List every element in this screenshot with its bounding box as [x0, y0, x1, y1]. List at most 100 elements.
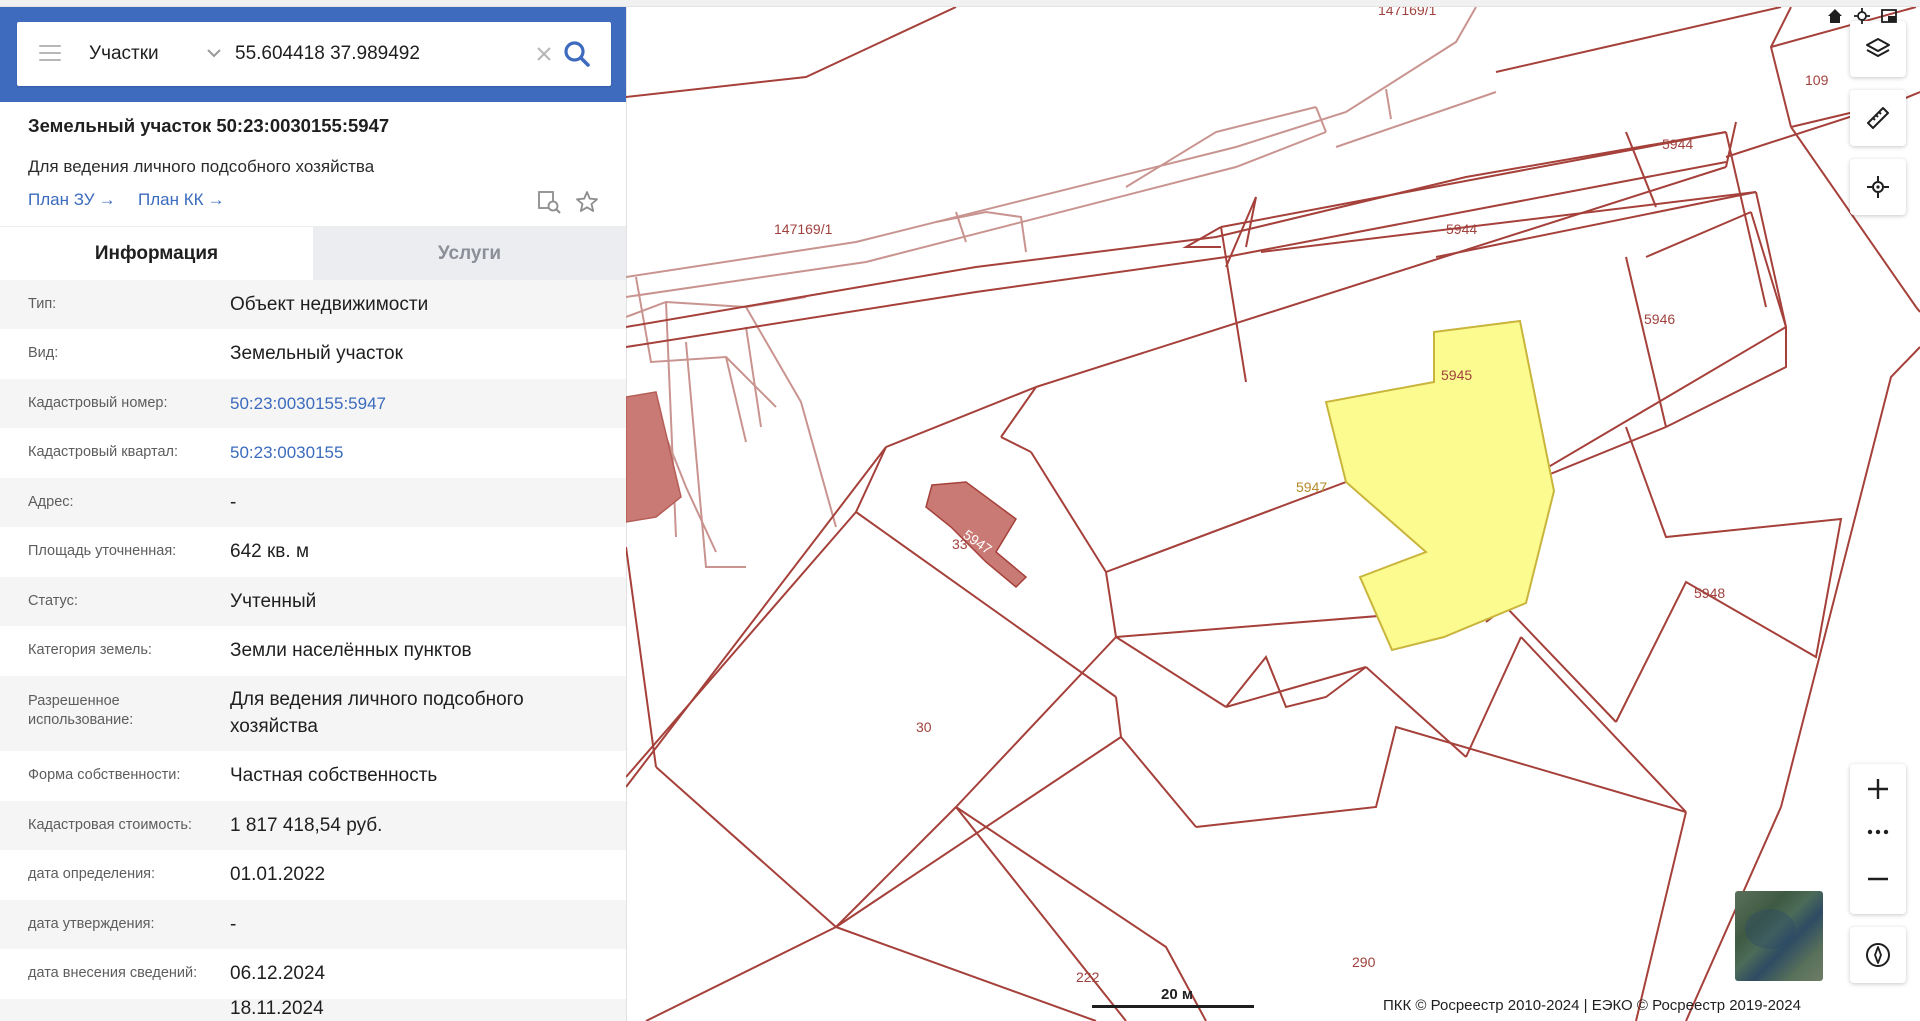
search-on-map-icon[interactable] — [536, 189, 562, 215]
home-icon[interactable] — [1826, 7, 1844, 25]
info-label: Форма собственности: — [28, 767, 181, 783]
info-row-address: Адрес: - — [0, 478, 626, 527]
info-row-ownership: Форма собственности: Частная собственнос… — [0, 751, 626, 801]
info-row-cadastral-value: Кадастровая стоимость: 1 817 418,54 руб. — [0, 801, 626, 850]
info-value: 18.11.2024 — [230, 998, 324, 1019]
map-view[interactable]: 147169/1 147169/1 109 5944 5944 5946 594… — [626, 7, 1920, 1021]
scale-line — [1092, 1005, 1254, 1008]
info-label: Кадастровый квартал: — [28, 444, 179, 460]
collapse-panel-icon[interactable] — [626, 45, 647, 79]
cadastral-number-link[interactable]: 50:23:0030155:5947 — [230, 390, 610, 417]
arrow-right-icon: → — [98, 190, 116, 209]
search-icon[interactable] — [562, 39, 592, 69]
zoom-out-button[interactable] — [1850, 854, 1906, 902]
star-icon[interactable] — [574, 189, 600, 215]
info-value: Частная собственность — [230, 765, 438, 786]
info-row-area: Площадь уточненная: 642 кв. м — [0, 527, 626, 577]
info-value: Земли населённых пунктов — [230, 640, 472, 661]
layers-icon — [1866, 38, 1890, 57]
info-label: дата внесения сведений: — [28, 965, 198, 981]
measure-button[interactable] — [1850, 90, 1906, 146]
scale-label: 20 м — [1161, 986, 1193, 1003]
window-top-edge — [0, 0, 1920, 7]
info-label: Кадастровая стоимость: — [28, 817, 192, 833]
label-5948: 5948 — [1694, 585, 1725, 601]
locate-small-icon[interactable] — [1853, 7, 1871, 25]
info-value: Для ведения личного подсобного хозяйства — [230, 689, 524, 737]
more-button[interactable] — [1850, 817, 1906, 847]
window-icon[interactable] — [1880, 7, 1898, 25]
info-row-approval-date: дата утверждения: - — [0, 900, 626, 949]
search-box: Участки — [17, 22, 611, 86]
layer-select[interactable]: Участки — [89, 38, 159, 70]
map-attribution: ПКК © Росреестр 2010-2024 | ЕЭКО © Росре… — [1383, 997, 1801, 1014]
info-label: Площадь уточненная: — [28, 543, 177, 559]
label-5946: 5946 — [1644, 311, 1675, 327]
label-290: 290 — [1352, 954, 1376, 970]
chevron-down-icon[interactable] — [203, 41, 225, 65]
map-canvas[interactable]: 147169/1 147169/1 109 5944 5944 5946 594… — [626, 7, 1920, 1021]
zoom-in-button[interactable] — [1850, 764, 1906, 812]
info-row-land-category: Категория земель: Земли населённых пункт… — [0, 626, 626, 676]
info-row-kind: Вид: Земельный участок — [0, 329, 626, 379]
info-label: Вид: — [28, 345, 59, 361]
info-label: Категория земель: — [28, 642, 152, 658]
plus-icon — [1868, 779, 1888, 799]
menu-icon[interactable] — [39, 45, 61, 63]
info-row-cadastral-number: Кадастровый номер: 50:23:0030155:5947 — [0, 379, 626, 428]
label-147169-top: 147169/1 — [1378, 7, 1437, 18]
crosshair-icon — [1867, 176, 1889, 198]
label-5944b: 5944 — [1446, 221, 1477, 237]
zoom-controls — [1850, 764, 1906, 914]
label-5945: 5945 — [1441, 367, 1472, 383]
plan-kk-link[interactable]: План КК → — [138, 190, 225, 210]
compass-icon — [1866, 943, 1890, 967]
info-label: Разрешенное использование: — [28, 693, 134, 728]
tabs: Информация Услуги — [0, 226, 626, 281]
cadastral-quarter-link[interactable]: 50:23:0030155 — [230, 439, 610, 466]
info-panel: Участки Земельный участок 50:23:0030155:… — [0, 7, 627, 1021]
info-row-permitted-use: Разрешенное использование: Для ведения л… — [0, 676, 626, 751]
info-value: - — [230, 914, 237, 935]
search-input[interactable] — [235, 36, 535, 72]
minus-icon — [1868, 877, 1888, 881]
arrow-right-icon: → — [207, 190, 225, 209]
object-purpose: Для ведения личного подсобного хозяйства — [28, 157, 375, 176]
label-33: 33 — [952, 536, 968, 552]
more-icon — [1867, 829, 1889, 835]
parcel-boundaries — [626, 7, 1920, 1021]
info-label: дата утверждения: — [28, 916, 155, 932]
info-row-determination-date: дата определения: 01.01.2022 — [0, 850, 626, 900]
scale-bar: 20 м — [1092, 986, 1254, 1008]
plan-zu-link[interactable]: План ЗУ → — [28, 190, 116, 210]
info-label: Статус: — [28, 593, 78, 609]
selected-parcel-5947[interactable] — [1324, 319, 1556, 652]
info-value: Учтенный — [230, 591, 317, 612]
object-title: Земельный участок 50:23:0030155:5947 — [28, 115, 390, 136]
info-value: - — [230, 492, 237, 513]
info-row-type: Тип: Объект недвижимости — [0, 280, 626, 329]
compass-button[interactable] — [1850, 927, 1906, 983]
info-value: Объект недвижимости — [230, 294, 429, 315]
info-value: Земельный участок — [230, 343, 403, 364]
info-table: Тип: Объект недвижимости Вид: Земельный … — [0, 280, 626, 1021]
info-row-cadastral-quarter: Кадастровый квартал: 50:23:0030155 — [0, 428, 626, 478]
info-label: Адрес: — [28, 494, 74, 510]
info-value: 01.01.2022 — [230, 864, 326, 885]
label-222: 222 — [1076, 969, 1100, 985]
info-value: 642 кв. м — [230, 541, 310, 562]
info-label: дата определения: — [28, 866, 156, 882]
layers-button[interactable] — [1850, 21, 1906, 77]
ruler-icon — [1867, 107, 1889, 129]
locate-button[interactable] — [1850, 159, 1906, 215]
close-icon[interactable] — [532, 42, 556, 66]
basemap-minimap[interactable] — [1735, 891, 1823, 981]
plan-zu-label: План ЗУ — [28, 190, 95, 209]
label-147169-left: 147169/1 — [774, 221, 833, 237]
tab-information[interactable]: Информация — [0, 227, 313, 281]
tab-services[interactable]: Услуги — [313, 227, 626, 281]
label-5944a: 5944 — [1662, 136, 1693, 152]
label-5947: 5947 — [1296, 479, 1327, 495]
info-label: Кадастровый номер: — [28, 395, 168, 411]
info-row-status: Статус: Учтенный — [0, 577, 626, 626]
